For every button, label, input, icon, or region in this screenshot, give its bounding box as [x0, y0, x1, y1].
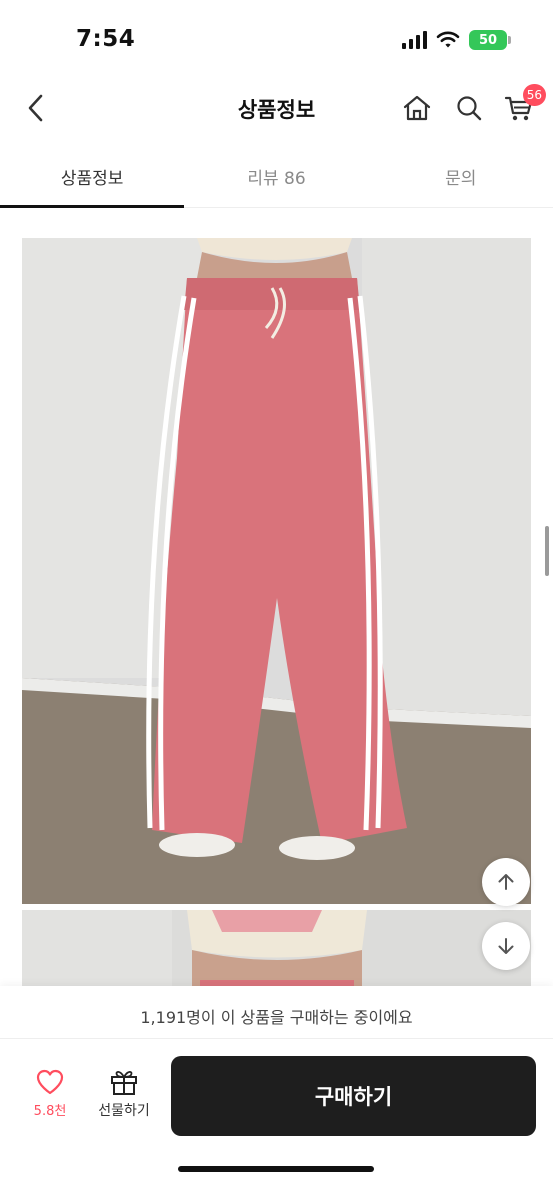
- gift-label: 선물하기: [98, 1103, 150, 1119]
- search-icon: [457, 96, 482, 121]
- product-tabs: 상품정보 리뷰 86 문의: [0, 148, 553, 208]
- status-icons: 50: [402, 30, 511, 50]
- tab-reviews[interactable]: 리뷰 86: [184, 148, 368, 207]
- arrow-up-icon: [498, 874, 514, 890]
- cart-count-badge: 56: [522, 84, 546, 106]
- status-bar: 7:54 50: [0, 0, 553, 80]
- arrow-down-icon: [498, 938, 514, 954]
- tab-inquiry[interactable]: 문의: [369, 148, 553, 207]
- status-time: 7:54: [76, 26, 136, 52]
- like-button[interactable]: 5.8천: [20, 1068, 80, 1128]
- gift-button[interactable]: 선물하기: [90, 1068, 158, 1128]
- back-button[interactable]: [18, 90, 54, 126]
- search-button[interactable]: [452, 90, 486, 126]
- scroll-indicator[interactable]: [545, 526, 549, 576]
- scroll-top-button[interactable]: [482, 858, 530, 906]
- buyer-count-notice: 1,191명이 이 상품을 구매하는 중이에요: [140, 1008, 413, 1027]
- home-indicator: [178, 1166, 374, 1172]
- battery-icon: 50: [469, 30, 511, 50]
- heart-icon: [36, 1069, 64, 1095]
- nav-bar: 상품정보 56: [0, 80, 553, 138]
- home-icon: [403, 95, 431, 121]
- scroll-down-button[interactable]: [482, 922, 530, 970]
- product-image: [22, 910, 531, 990]
- divider: [0, 1038, 553, 1039]
- like-count: 5.8천: [33, 1104, 67, 1119]
- cellular-signal-icon: [402, 31, 427, 49]
- back-chevron-icon: [28, 94, 43, 122]
- buy-button[interactable]: 구매하기: [171, 1056, 536, 1136]
- cart-button[interactable]: 56: [502, 84, 546, 126]
- wifi-icon: [436, 31, 460, 48]
- gift-icon: [111, 1070, 137, 1095]
- home-button[interactable]: [400, 90, 434, 126]
- product-image: [22, 238, 531, 904]
- purchase-bar: 1,191명이 이 상품을 구매하는 중이에요 5.8천 선물하기 구매하기: [0, 986, 553, 1200]
- tab-product-info[interactable]: 상품정보: [0, 148, 185, 208]
- battery-level: 50: [478, 32, 498, 48]
